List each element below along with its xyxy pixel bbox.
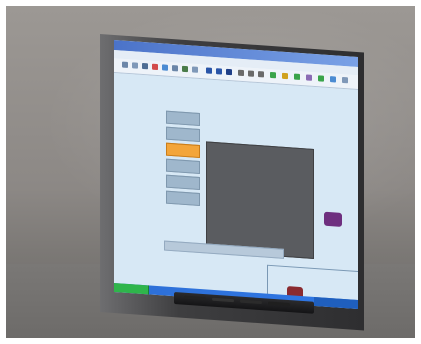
toolbar-icon [206, 67, 212, 74]
photo-scene [6, 6, 415, 338]
side-tab [166, 174, 200, 191]
pen-icon [240, 299, 262, 305]
toolbar-icon [248, 70, 254, 77]
toolbar-icon [172, 65, 178, 72]
purple-object [324, 211, 342, 227]
pen-icon [268, 301, 290, 307]
toolbar-icon [142, 62, 148, 70]
side-tab [166, 110, 200, 127]
toolbar-icon [192, 66, 198, 73]
pen-icon [212, 297, 234, 303]
side-tab [166, 126, 200, 143]
toolbar-icon [162, 64, 168, 71]
toolbar-icon [238, 69, 244, 77]
notebook-canvas [114, 73, 358, 310]
toolbar-icon [122, 61, 128, 68]
side-tab-active [166, 142, 200, 159]
settings-dialog [206, 141, 314, 259]
toolbar-icon [294, 73, 300, 81]
toolbar-icon [152, 63, 158, 71]
pen-icon [184, 295, 206, 301]
toolbar-icon [216, 68, 222, 75]
toolbar-icon [270, 71, 276, 79]
toolbar-icon [330, 76, 336, 83]
toolbar-icon [132, 62, 138, 69]
toolbar-icon [226, 68, 232, 76]
toolbar-icon [282, 72, 288, 80]
side-tab [166, 158, 200, 175]
side-tab [166, 190, 200, 207]
whiteboard-screen [114, 40, 358, 310]
toolbar-icon [258, 71, 264, 78]
toolbar-icon [342, 76, 348, 84]
toolbar-icon [182, 65, 188, 73]
toolbar-icon [306, 74, 312, 81]
toolbar-icon [318, 75, 324, 82]
